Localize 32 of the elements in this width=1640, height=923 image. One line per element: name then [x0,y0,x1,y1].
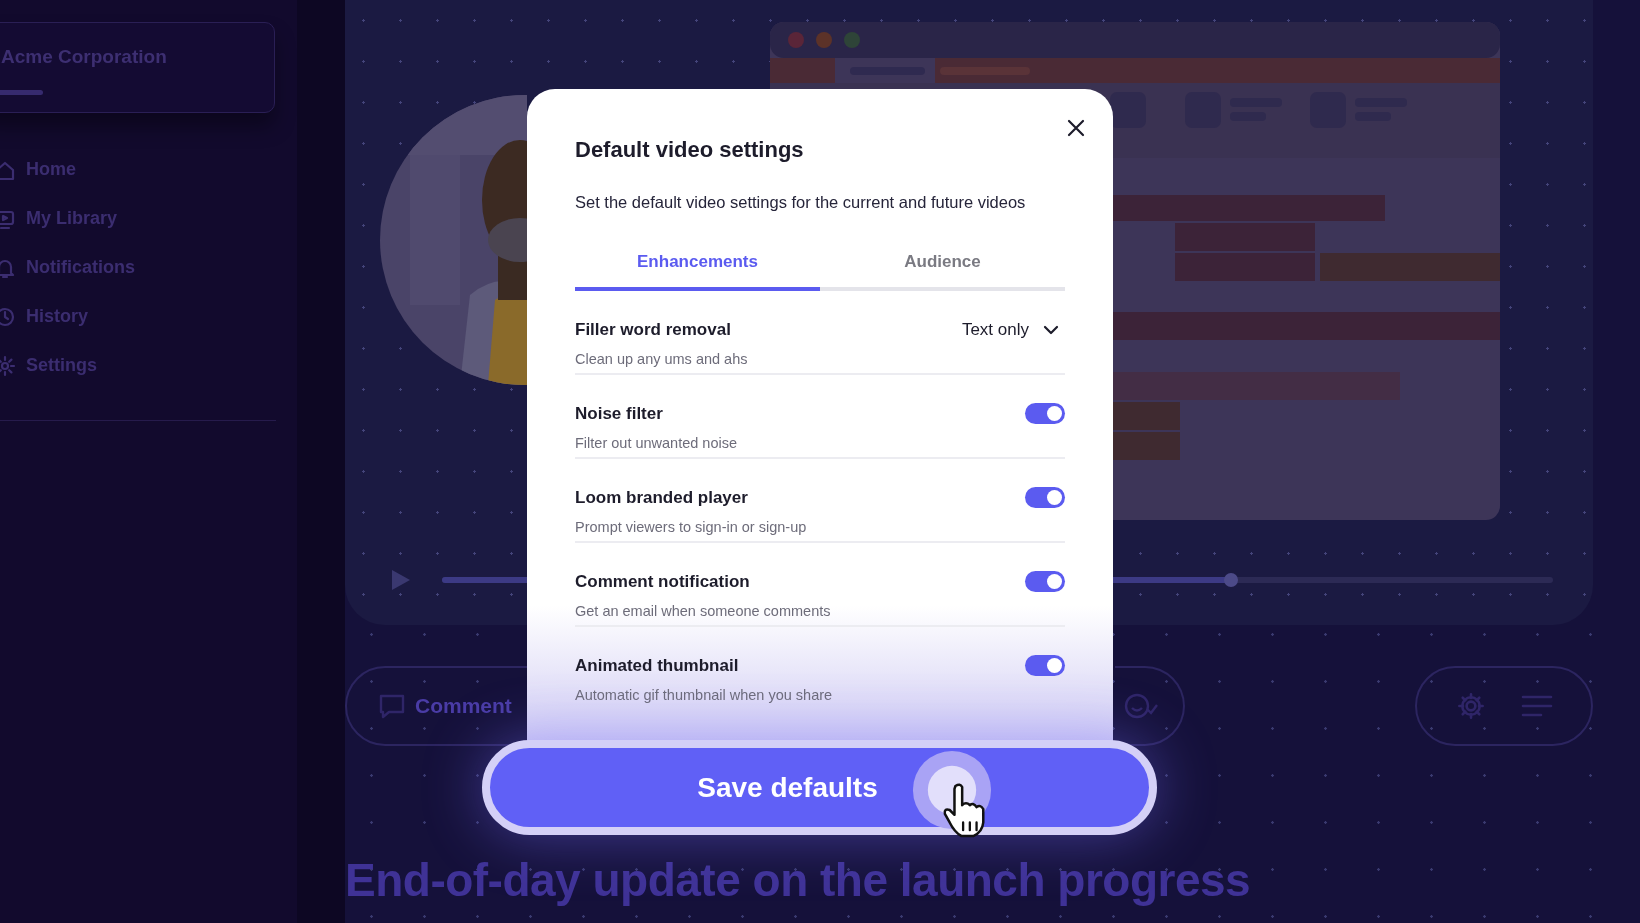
tab[interactable]: Enhancements [575,242,820,292]
setting-title: Filler word removal [575,319,732,342]
dialog-description: Set the default video settings for the current and future videos [575,192,1027,213]
video-title: End-of-day update on the launch progress [345,853,1252,908]
workspace-name: Acme Corporation [1,45,168,69]
settings-icon [0,354,16,377]
workspace-bar [0,89,43,95]
sidebar-item[interactable]: History [26,303,88,330]
sidebar-item[interactable]: Notifications [26,254,135,281]
workspace-card[interactable]: Acme Corporation [0,22,275,113]
toggle-switch[interactable] [1025,403,1065,425]
toggle-switch[interactable] [1025,571,1065,593]
setting-description: Clean up any ums and ahs [575,349,748,369]
setting-description: Get an email when someone comments [575,601,831,621]
chevron-down-icon [1043,325,1059,335]
toggle-switch[interactable] [1025,487,1065,509]
dialog-title: Default video settings [575,136,805,164]
setting-description: Filter out unwanted noise [575,433,737,453]
setting-description: Prompt viewers to sign-in or sign-up [575,517,807,537]
emoji-icon [1123,691,1159,721]
sidebar-item[interactable]: Settings [26,352,97,379]
sidebar-item[interactable]: My Library [26,205,118,232]
clock-icon [0,305,16,328]
toggle-switch[interactable] [1025,655,1065,677]
setting-title: Noise filter [575,403,664,426]
sidebar-item[interactable]: Home [26,156,76,183]
setting-title: Loom branded player [575,487,749,510]
setting-title: Comment notification [575,571,751,594]
tab[interactable]: Audience [820,242,1065,292]
close-icon [1067,118,1085,137]
filler-select[interactable]: Text only [961,317,1065,343]
progress-thumb[interactable] [1223,573,1238,587]
